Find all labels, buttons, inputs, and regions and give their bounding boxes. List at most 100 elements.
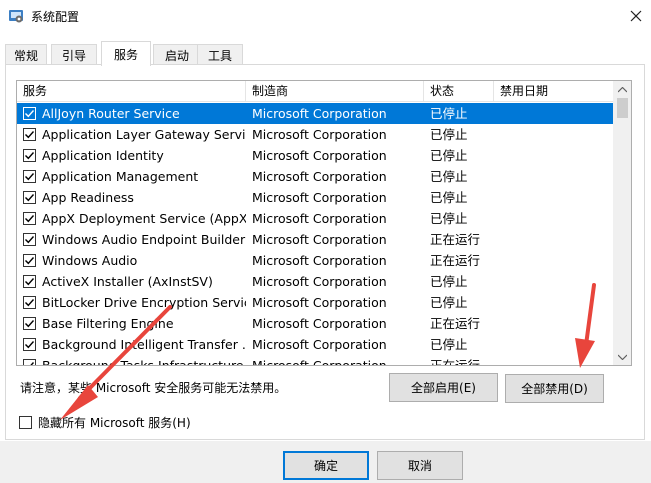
service-checkbox[interactable] [23, 149, 36, 162]
service-status: 已停止 [430, 106, 468, 121]
service-status: 已停止 [430, 190, 468, 205]
title-bar: 系统配置 [0, 0, 651, 32]
service-checkbox[interactable] [23, 191, 36, 204]
table-row[interactable]: Windows Audio Microsoft Corporation 正在运行 [17, 250, 613, 271]
service-name: Application Layer Gateway Service [42, 127, 246, 142]
service-name: Windows Audio Endpoint Builder [42, 232, 246, 247]
system-config-icon [9, 10, 23, 23]
list-rows: AllJoyn Router Service Microsoft Corporat… [17, 103, 613, 366]
checkmark-icon [25, 194, 35, 202]
service-name: Application Management [42, 169, 199, 184]
service-status: 正在运行 [430, 316, 481, 331]
scrollbar-thumb[interactable] [617, 98, 628, 118]
service-manufacturer: Microsoft Corporation [252, 253, 387, 268]
vertical-scrollbar[interactable] [613, 81, 631, 365]
table-row[interactable]: ActiveX Installer (AxInstSV) Microsoft Co… [17, 271, 613, 292]
services-list[interactable]: 服务 制造商 状态 禁用日期 AllJoyn Router Service Mic… [16, 80, 632, 366]
scroll-up-button[interactable] [614, 81, 631, 98]
window-title: 系统配置 [31, 10, 80, 24]
scroll-down-icon [618, 354, 627, 360]
service-manufacturer: Microsoft Corporation [252, 232, 387, 247]
tab-tools[interactable]: 工具 [197, 44, 243, 65]
service-checkbox[interactable] [23, 233, 36, 246]
checkmark-icon [25, 320, 35, 328]
disable-all-button[interactable]: 全部禁用(D) [505, 374, 604, 403]
service-name: ActiveX Installer (AxInstSV) [42, 274, 213, 289]
service-name: Application Identity [42, 148, 164, 163]
checkmark-icon [25, 257, 35, 265]
ok-button[interactable]: 确定 [283, 451, 369, 480]
service-checkbox[interactable] [23, 359, 36, 365]
service-manufacturer: Microsoft Corporation [252, 106, 387, 121]
service-status: 已停止 [430, 169, 468, 184]
service-status: 已停止 [430, 211, 468, 226]
close-button[interactable] [621, 0, 651, 32]
service-name: App Readiness [42, 190, 134, 205]
service-checkbox[interactable] [23, 107, 36, 120]
service-name: BitLocker Drive Encryption Service [42, 295, 246, 310]
tab-strip: 常规 引导 服务 启动 工具 [5, 41, 645, 66]
tab-services[interactable]: 服务 [101, 41, 151, 66]
service-checkbox[interactable] [23, 128, 36, 141]
service-status: 已停止 [430, 295, 468, 310]
checkmark-icon [25, 215, 35, 223]
service-name: AllJoyn Router Service [42, 106, 180, 121]
service-checkbox[interactable] [23, 212, 36, 225]
service-checkbox[interactable] [23, 296, 36, 309]
service-manufacturer: Microsoft Corporation [252, 190, 387, 205]
checkmark-icon [25, 341, 35, 349]
service-status: 已停止 [430, 274, 468, 289]
hide-ms-services-checkbox[interactable]: 隐藏所有 Microsoft 服务(H) [19, 414, 191, 430]
table-row[interactable]: BitLocker Drive Encryption Service Micros… [17, 292, 613, 313]
service-name: Background Intelligent Transfer ... [42, 337, 246, 352]
hide-ms-services-label: 隐藏所有 Microsoft 服务(H) [38, 415, 191, 430]
service-manufacturer: Microsoft Corporation [252, 316, 387, 331]
column-header-status[interactable]: 状态 [424, 81, 494, 102]
cancel-button[interactable]: 取消 [377, 451, 463, 480]
checkmark-icon [25, 299, 35, 307]
service-manufacturer: Microsoft Corporation [252, 274, 387, 289]
column-header-disabled-date[interactable]: 禁用日期 [494, 81, 613, 102]
checkmark-icon [25, 152, 35, 160]
service-manufacturer: Microsoft Corporation [252, 337, 387, 352]
service-checkbox[interactable] [23, 170, 36, 183]
checkmark-icon [25, 173, 35, 181]
table-row[interactable]: Application Management Microsoft Corporat… [17, 166, 613, 187]
tab-general[interactable]: 常规 [5, 44, 47, 65]
service-checkbox[interactable] [23, 254, 36, 267]
table-row[interactable]: Base Filtering Engine Microsoft Corporati… [17, 313, 613, 334]
table-row[interactable]: Application Layer Gateway Service Microso… [17, 124, 613, 145]
close-icon [630, 10, 642, 22]
column-header-manufacturer[interactable]: 制造商 [246, 81, 424, 102]
table-row[interactable]: Background Tasks Infrastructure ... Micro… [17, 355, 613, 366]
checkmark-icon [25, 236, 35, 244]
table-row[interactable]: App Readiness Microsoft Corporation 已停止 [17, 187, 613, 208]
column-header-service[interactable]: 服务 [17, 81, 246, 102]
service-checkbox[interactable] [23, 317, 36, 330]
table-row[interactable]: Background Intelligent Transfer ... Micro… [17, 334, 613, 355]
service-checkbox[interactable] [23, 275, 36, 288]
checkbox-box[interactable] [19, 415, 32, 429]
checkmark-icon [30, 362, 35, 365]
service-status: 已停止 [430, 127, 468, 142]
scroll-up-icon [618, 86, 627, 92]
service-status: 已停止 [430, 337, 468, 352]
checkmark-icon [25, 110, 35, 118]
service-status: 正在运行 [430, 358, 481, 366]
tab-startup[interactable]: 启动 [153, 44, 201, 65]
service-manufacturer: Microsoft Corporation [252, 169, 387, 184]
enable-all-button[interactable]: 全部启用(E) [389, 373, 498, 402]
service-manufacturer: Microsoft Corporation [252, 127, 387, 142]
service-name: Windows Audio [42, 253, 138, 268]
service-status: 正在运行 [430, 232, 481, 247]
table-row[interactable]: Application Identity Microsoft Corporatio… [17, 145, 613, 166]
service-checkbox[interactable] [23, 338, 36, 351]
table-row[interactable]: Windows Audio Endpoint Builder Microsoft … [17, 229, 613, 250]
service-name: Base Filtering Engine [42, 316, 174, 331]
table-row[interactable]: AppX Deployment Service (AppX... Microsof… [17, 208, 613, 229]
table-row[interactable]: AllJoyn Router Service Microsoft Corporat… [17, 103, 613, 124]
ms-security-note: 请注意，某些 Microsoft 安全服务可能无法禁用。 [20, 381, 287, 395]
service-name: Background Tasks Infrastructure ... [42, 358, 246, 366]
tab-boot[interactable]: 引导 [51, 44, 97, 65]
scroll-down-button[interactable] [614, 348, 631, 365]
